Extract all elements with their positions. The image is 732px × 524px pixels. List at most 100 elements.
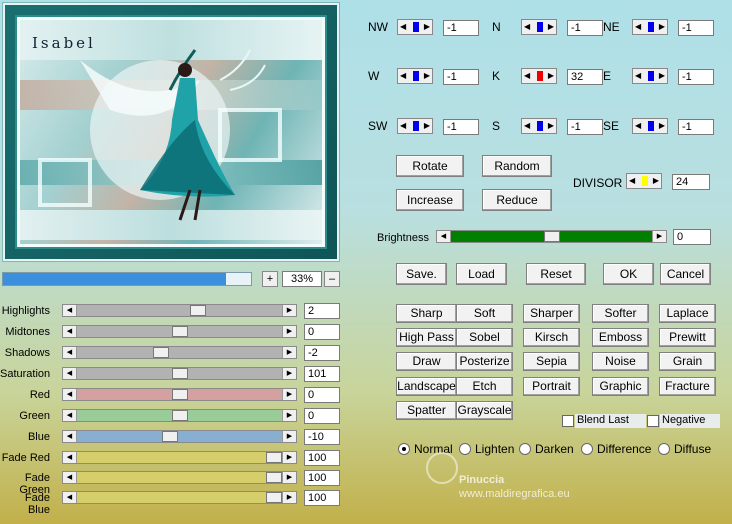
mode-radio[interactable] [519, 443, 531, 455]
slider-value-field[interactable]: 2 [304, 303, 340, 319]
slider-value-field[interactable]: 0 [304, 324, 340, 340]
filter-button[interactable]: Graphic [592, 377, 649, 396]
kernel-value-field[interactable]: -1 [678, 20, 714, 36]
slider-thumb[interactable] [266, 472, 282, 483]
arrow-right-icon[interactable]: ▶ [282, 492, 296, 503]
slider-track[interactable]: ◀ ▶ [62, 367, 297, 380]
brightness-thumb[interactable] [543, 231, 560, 242]
kernel-value-field[interactable]: 32 [567, 69, 603, 85]
slider-thumb[interactable] [190, 305, 207, 316]
arrow-left-icon[interactable]: ◀ [63, 472, 77, 483]
filter-button[interactable]: Sepia [523, 352, 580, 371]
slider-thumb[interactable] [171, 410, 188, 421]
arrow-right-icon[interactable]: ▶ [282, 410, 296, 421]
slider-value-field[interactable]: -10 [304, 429, 340, 445]
mode-radio[interactable] [398, 443, 410, 455]
slider-track[interactable]: ◀ ▶ [62, 409, 297, 422]
arrow-left-icon[interactable]: ◀ [63, 452, 77, 463]
mode-radio[interactable] [459, 443, 471, 455]
filter-button[interactable]: Sharp [396, 304, 457, 323]
filter-button[interactable]: Laplace [659, 304, 716, 323]
slider-value-field[interactable]: 100 [304, 450, 340, 466]
kernel-value-field[interactable]: -1 [443, 20, 479, 36]
kernel-spinner[interactable]: ◀ ▶ [397, 118, 433, 134]
arrow-left-icon[interactable]: ◀ [63, 492, 77, 503]
slider-thumb[interactable] [171, 368, 188, 379]
mode-radio[interactable] [658, 443, 670, 455]
arrow-left-icon[interactable]: ◀ [63, 431, 77, 442]
filter-button[interactable]: Draw [396, 352, 457, 371]
slider-value-field[interactable]: 100 [304, 470, 340, 486]
filter-button[interactable]: Prewitt [659, 328, 716, 347]
slider-value-field[interactable]: -2 [304, 345, 340, 361]
filter-button[interactable]: Spatter [396, 401, 457, 420]
slider-thumb[interactable] [152, 347, 169, 358]
kernel-spinner[interactable]: ◀ ▶ [632, 19, 668, 35]
kernel-spinner[interactable]: ◀ ▶ [632, 118, 668, 134]
kernel-spinner[interactable]: ◀ ▶ [632, 68, 668, 84]
divisor-spinner[interactable]: ◀ ▶ [626, 173, 662, 189]
filter-button[interactable]: Grayscale [456, 401, 513, 420]
filter-button[interactable]: Landscape [396, 377, 457, 396]
filter-button[interactable]: Sobel [456, 328, 513, 347]
kernel-spinner[interactable]: ◀ ▶ [397, 19, 433, 35]
filter-button[interactable]: Kirsch [523, 328, 580, 347]
kernel-spinner[interactable]: ◀ ▶ [521, 118, 557, 134]
arrow-right-icon[interactable]: ▶ [282, 326, 296, 337]
filter-button[interactable]: Fracture [659, 377, 716, 396]
slider-value-field[interactable]: 100 [304, 490, 340, 506]
slider-track[interactable]: ◀ ▶ [62, 325, 297, 338]
negative-label[interactable]: Negative [660, 414, 720, 428]
mode-radio[interactable] [581, 443, 593, 455]
arrow-right-icon[interactable]: ▶ [282, 452, 296, 463]
zoom-in-button[interactable]: + [262, 271, 278, 287]
filter-button[interactable]: Softer [592, 304, 649, 323]
kernel-value-field[interactable]: -1 [443, 119, 479, 135]
filter-button[interactable]: Emboss [592, 328, 649, 347]
arrow-left-icon[interactable]: ◀ [63, 389, 77, 400]
kernel-spinner[interactable]: ◀ ▶ [521, 19, 557, 35]
mode-label[interactable]: Lighten [475, 442, 514, 456]
kernel-value-field[interactable]: -1 [678, 119, 714, 135]
reduce-button[interactable]: Reduce [482, 189, 552, 211]
kernel-value-field[interactable]: -1 [567, 119, 603, 135]
filter-button[interactable]: Posterize [456, 352, 513, 371]
kernel-value-field[interactable]: -1 [443, 69, 479, 85]
filter-button[interactable]: Grain [659, 352, 716, 371]
slider-track[interactable]: ◀ ▶ [62, 430, 297, 443]
filter-button[interactable]: Portrait [523, 377, 580, 396]
arrow-right-icon[interactable]: ▶ [282, 472, 296, 483]
ok-button[interactable]: OK [603, 263, 654, 285]
save-button[interactable]: Save. [396, 263, 447, 285]
filter-button[interactable]: Noise [592, 352, 649, 371]
arrow-right-icon[interactable]: ▶ [652, 231, 666, 242]
kernel-spinner[interactable]: ◀ ▶ [521, 68, 557, 84]
slider-value-field[interactable]: 0 [304, 408, 340, 424]
slider-track[interactable]: ◀ ▶ [62, 304, 297, 317]
mode-label[interactable]: Darken [535, 442, 574, 456]
arrow-right-icon[interactable]: ▶ [282, 305, 296, 316]
negative-checkbox[interactable] [647, 415, 659, 427]
rotate-button[interactable]: Rotate [396, 155, 464, 177]
increase-button[interactable]: Increase [396, 189, 464, 211]
zoom-level-field[interactable]: 33% [282, 271, 322, 287]
slider-thumb[interactable] [266, 492, 282, 503]
blend-last-checkbox[interactable] [562, 415, 574, 427]
arrow-right-icon[interactable]: ▶ [282, 389, 296, 400]
blend-last-label[interactable]: Blend Last [575, 414, 646, 428]
mode-label[interactable]: Difference [597, 442, 651, 456]
slider-track[interactable]: ◀ ▶ [62, 471, 297, 484]
filter-button[interactable]: Sharper [523, 304, 580, 323]
kernel-value-field[interactable]: -1 [567, 20, 603, 36]
arrow-right-icon[interactable]: ▶ [282, 431, 296, 442]
random-button[interactable]: Random [482, 155, 552, 177]
slider-track[interactable]: ◀ ▶ [62, 346, 297, 359]
cancel-button[interactable]: Cancel [660, 263, 711, 285]
filter-button[interactable]: High Pass [396, 328, 457, 347]
arrow-left-icon[interactable]: ◀ [63, 410, 77, 421]
kernel-value-field[interactable]: -1 [678, 69, 714, 85]
zoom-out-button[interactable]: – [324, 271, 340, 287]
divisor-field[interactable]: 24 [672, 174, 710, 190]
slider-thumb[interactable] [171, 326, 188, 337]
arrow-left-icon[interactable]: ◀ [63, 305, 77, 316]
